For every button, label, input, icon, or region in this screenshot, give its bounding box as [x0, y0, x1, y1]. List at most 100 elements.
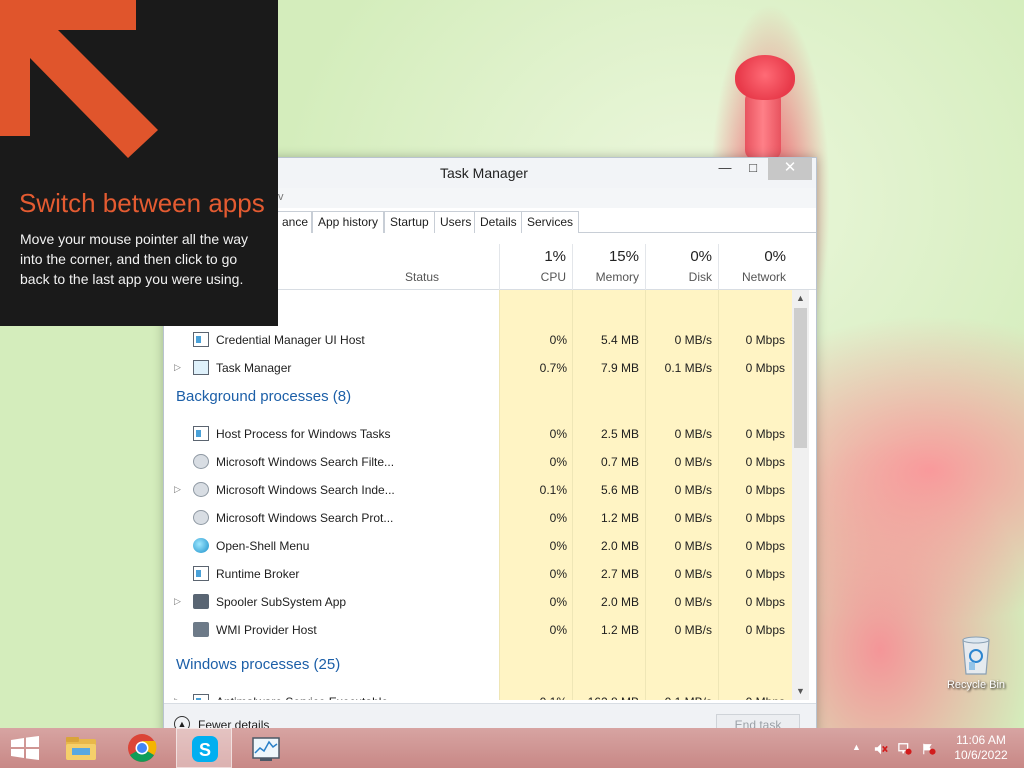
minimize-icon: —	[718, 160, 732, 175]
process-disk: 0 MB/s	[674, 511, 712, 525]
search-user-icon	[193, 510, 209, 525]
taskbar-clock[interactable]: 11:06 AM 10/6/2022	[948, 733, 1014, 763]
scroll-down-arrow-icon[interactable]: ▼	[792, 683, 809, 700]
table-row[interactable]: Runtime Broker 0% 2.7 MB 0 MB/s 0 Mbps	[164, 560, 792, 588]
app-window-icon	[193, 426, 209, 441]
table-row[interactable]: ▷ Microsoft Windows Search Inde... 0.1% 5.6…	[164, 476, 792, 504]
group-background-processes[interactable]: Background processes (8)	[176, 388, 351, 405]
process-name: WMI Provider Host	[216, 623, 317, 637]
search-user-icon	[193, 454, 209, 469]
process-cpu: 0.7%	[539, 361, 567, 375]
taskbar-task-manager[interactable]	[238, 728, 294, 768]
taskbar: S ▲ 11:06 AM 10/6/2022	[0, 728, 1024, 768]
cpu-total: 1%	[544, 248, 566, 265]
taskbar-file-explorer[interactable]	[52, 728, 108, 768]
process-cpu: 0.1%	[539, 483, 567, 497]
wmi-icon	[193, 622, 209, 637]
scroll-up-arrow-icon[interactable]: ▲	[792, 290, 809, 307]
process-memory: 162.8 MB	[572, 695, 639, 700]
skype-icon: S	[192, 736, 218, 762]
disk-label: Disk	[688, 270, 712, 284]
process-disk: 0 MB/s	[674, 427, 712, 441]
process-memory: 1.2 MB	[600, 623, 639, 637]
maximize-button[interactable]: □	[740, 158, 766, 180]
process-disk: 0 MB/s	[674, 483, 712, 497]
column-cpu[interactable]: 1% CPU	[499, 244, 572, 290]
app-window-icon	[193, 694, 209, 700]
taskbar-skype[interactable]: S	[176, 728, 232, 768]
memory-label: Memory	[595, 270, 639, 284]
process-network: 0 Mbps	[745, 333, 785, 347]
task-manager-icon	[193, 360, 209, 375]
process-network: 0 Mbps	[745, 595, 785, 609]
process-memory: 2.7 MB	[600, 567, 639, 581]
process-disk: 0 MB/s	[674, 567, 712, 581]
expand-arrow-icon[interactable]: ▷	[174, 596, 181, 607]
printer-icon	[193, 594, 209, 609]
process-network: 0 Mbps	[745, 623, 785, 637]
process-memory: 5.4 MB	[600, 333, 639, 347]
tab-users[interactable]: Users	[434, 211, 478, 233]
shell-orb-icon	[193, 538, 209, 553]
table-row[interactable]: ▷ Antimalware Service Executable 0.1% 162.8…	[164, 688, 792, 700]
column-network[interactable]: 0% Network	[718, 244, 792, 290]
network-error-icon[interactable]	[898, 742, 912, 756]
clock-time: 11:06 AM	[956, 733, 1006, 747]
process-name: Spooler SubSystem App	[216, 595, 347, 609]
start-icon	[11, 736, 39, 760]
volume-muted-icon[interactable]	[874, 742, 888, 756]
wallpaper-flower-stem	[745, 90, 781, 160]
process-disk: 0 MB/s	[674, 333, 712, 347]
table-row[interactable]: Open-Shell Menu 0% 2.0 MB 0 MB/s 0 Mbps	[164, 532, 792, 560]
process-disk: 0 MB/s	[674, 455, 712, 469]
column-disk[interactable]: 0% Disk	[645, 244, 718, 290]
tab-services[interactable]: Services	[521, 211, 580, 233]
tab-performance[interactable]: ance	[276, 211, 312, 233]
process-list[interactable]: Credential Manager UI Host 0% 5.4 MB 0 MB/s…	[164, 290, 792, 700]
show-hidden-icons-chevron[interactable]: ▲	[852, 742, 866, 756]
column-status[interactable]: Status	[405, 270, 439, 284]
table-row[interactable]: Credential Manager UI Host 0% 5.4 MB 0 MB/s…	[164, 326, 792, 354]
hint-title: Switch between apps	[19, 188, 265, 218]
task-manager-icon	[252, 737, 280, 761]
process-network: 0 Mbps	[745, 539, 785, 553]
table-row[interactable]: ▷ Spooler SubSystem App 0% 2.0 MB 0 MB/s 0 Mb…	[164, 588, 792, 616]
process-cpu: 0%	[549, 511, 567, 525]
disk-total: 0%	[690, 248, 712, 265]
recycle-bin-shortcut[interactable]: Recycle Bin	[941, 632, 1011, 691]
taskbar-chrome[interactable]	[114, 728, 170, 768]
action-center-error-icon[interactable]	[922, 742, 936, 756]
tab-details[interactable]: Details	[474, 211, 523, 233]
tab-app-history[interactable]: App history	[312, 211, 385, 233]
vertical-scrollbar[interactable]: ▲ ▼	[792, 290, 809, 700]
expand-arrow-icon[interactable]: ▷	[174, 362, 181, 373]
process-cpu: 0%	[549, 623, 567, 637]
process-disk: 0.1 MB/s	[664, 361, 712, 375]
system-tray: ▲	[850, 728, 940, 768]
expand-arrow-icon[interactable]: ▷	[174, 484, 181, 495]
clock-date: 10/6/2022	[954, 748, 1008, 762]
app-window-icon	[193, 566, 209, 581]
menu-view-partial[interactable]: v	[278, 191, 284, 203]
start-button[interactable]	[0, 728, 56, 768]
tab-startup[interactable]: Startup	[384, 211, 435, 233]
process-name: Runtime Broker	[216, 567, 300, 581]
column-memory[interactable]: 15% Memory	[572, 244, 645, 290]
table-row[interactable]: Microsoft Windows Search Prot... 0% 1.2 MB…	[164, 504, 792, 532]
table-row[interactable]: ▷ Task Manager 0.7% 7.9 MB 0.1 MB/s 0 Mbps	[164, 354, 792, 382]
close-button[interactable]: ✕	[768, 158, 812, 180]
table-row[interactable]: Host Process for Windows Tasks 0% 2.5 MB 0 …	[164, 420, 792, 448]
expand-arrow-icon[interactable]: ▷	[174, 696, 181, 700]
window-title: Task Manager	[440, 165, 528, 181]
process-name: Host Process for Windows Tasks	[216, 427, 391, 441]
scroll-thumb[interactable]	[794, 308, 807, 448]
process-network: 0 Mbps	[745, 361, 785, 375]
process-cpu: 0.1%	[499, 695, 567, 700]
table-row[interactable]: WMI Provider Host 0% 1.2 MB 0 MB/s 0 Mbps	[164, 616, 792, 644]
minimize-button[interactable]: —	[712, 158, 738, 180]
process-network: 0 Mbps	[745, 567, 785, 581]
table-row[interactable]: Microsoft Windows Search Filte... 0% 0.7 M…	[164, 448, 792, 476]
network-label: Network	[741, 270, 786, 284]
group-windows-processes[interactable]: Windows processes (25)	[176, 656, 340, 673]
process-memory: 5.6 MB	[600, 483, 639, 497]
